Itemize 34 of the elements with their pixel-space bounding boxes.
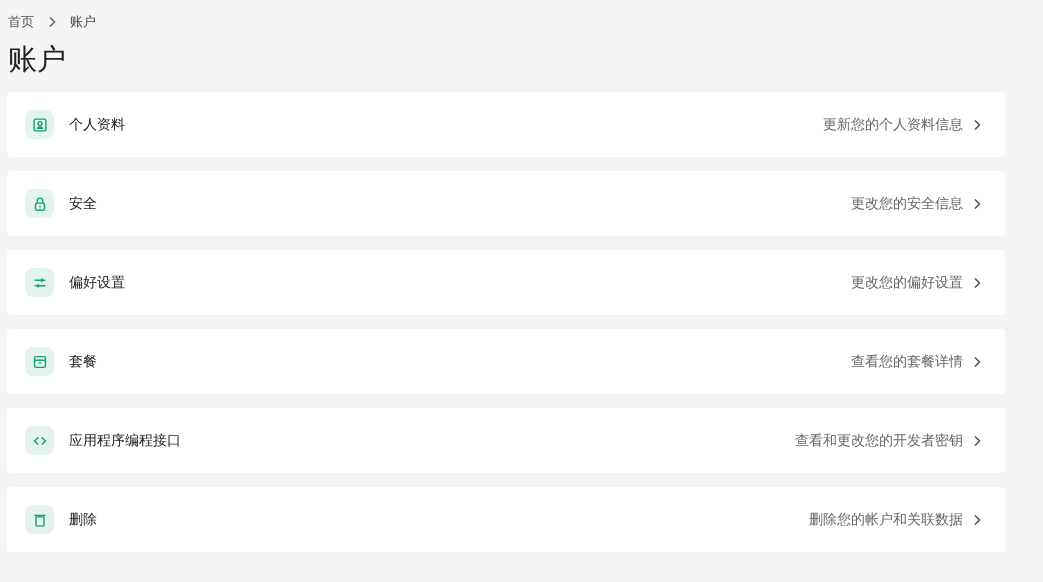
chevron-right-icon — [973, 434, 981, 447]
lock-icon — [25, 189, 54, 218]
account-option-card[interactable]: 个人资料 更新您的个人资料信息 — [7, 92, 1005, 157]
breadcrumb-link[interactable]: 首页 — [8, 13, 34, 31]
option-label: 删除 — [69, 510, 97, 529]
option-description: 查看您的套餐详情 — [851, 352, 963, 371]
code-icon — [25, 426, 54, 455]
account-option-card[interactable]: 套餐 查看您的套餐详情 — [7, 329, 1005, 394]
option-description: 删除您的帐户和关联数据 — [809, 510, 963, 529]
option-description: 更新您的个人资料信息 — [823, 115, 963, 134]
account-option-card[interactable]: 删除 删除您的帐户和关联数据 — [7, 487, 1005, 552]
sliders-icon — [25, 268, 54, 297]
breadcrumb-current: 账户 — [70, 13, 96, 31]
user-card-icon — [25, 110, 54, 139]
option-label: 套餐 — [69, 352, 97, 371]
chevron-right-icon — [973, 276, 981, 289]
account-option-card[interactable]: 偏好设置 更改您的偏好设置 — [7, 250, 1005, 315]
option-label: 安全 — [69, 194, 97, 213]
trash-icon — [25, 505, 54, 534]
account-option-card[interactable]: 安全 更改您的安全信息 — [7, 171, 1005, 236]
option-label: 应用程序编程接口 — [69, 431, 181, 450]
option-description: 更改您的安全信息 — [851, 194, 963, 213]
account-option-card[interactable]: 应用程序编程接口 查看和更改您的开发者密钥 — [7, 408, 1005, 473]
option-label: 个人资料 — [69, 115, 125, 134]
page-title: 账户 — [8, 41, 67, 78]
chevron-right-icon — [973, 197, 981, 210]
option-description: 更改您的偏好设置 — [851, 273, 963, 292]
box-icon — [25, 347, 54, 376]
breadcrumb-separator-icon — [48, 16, 56, 28]
chevron-right-icon — [973, 118, 981, 131]
option-label: 偏好设置 — [69, 273, 125, 292]
chevron-right-icon — [973, 355, 981, 368]
chevron-right-icon — [973, 513, 981, 526]
option-description: 查看和更改您的开发者密钥 — [795, 431, 963, 450]
